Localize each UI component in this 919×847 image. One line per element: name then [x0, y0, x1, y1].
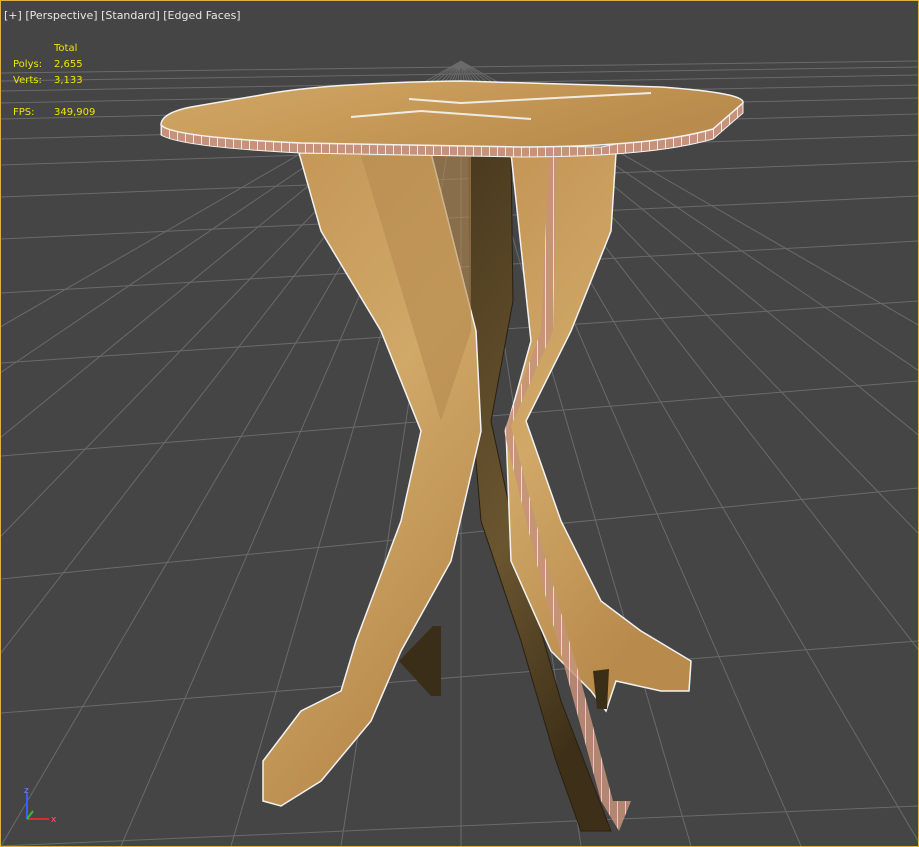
viewport-plus-menu[interactable]: [+] — [4, 9, 22, 22]
viewport-shading-menu[interactable]: [Standard] — [101, 9, 160, 22]
gizmo-z-label: z — [24, 787, 29, 796]
fps-value: 349,909 — [54, 107, 96, 118]
polys-label: Polys: — [13, 59, 43, 70]
3d-scene[interactable] — [1, 1, 918, 846]
viewport-display-menu[interactable]: [Edged Faces] — [163, 9, 240, 22]
polys-value: 2,655 — [54, 59, 83, 70]
axis-gizmo-icon: z x — [24, 787, 57, 825]
perspective-viewport[interactable]: [+] [Perspective] [Standard] [Edged Face… — [0, 0, 919, 847]
table-foot-back-right — [593, 669, 609, 709]
viewport-view-menu[interactable]: [Perspective] — [25, 9, 97, 22]
viewport-label-menu: [+] [Perspective] [Standard] [Edged Face… — [4, 9, 241, 22]
verts-label: Verts: — [13, 75, 42, 86]
verts-value: 3,133 — [54, 75, 83, 86]
fps-label: FPS: — [13, 107, 35, 118]
gizmo-x-label: x — [51, 815, 57, 825]
stats-header: Total — [54, 43, 78, 54]
